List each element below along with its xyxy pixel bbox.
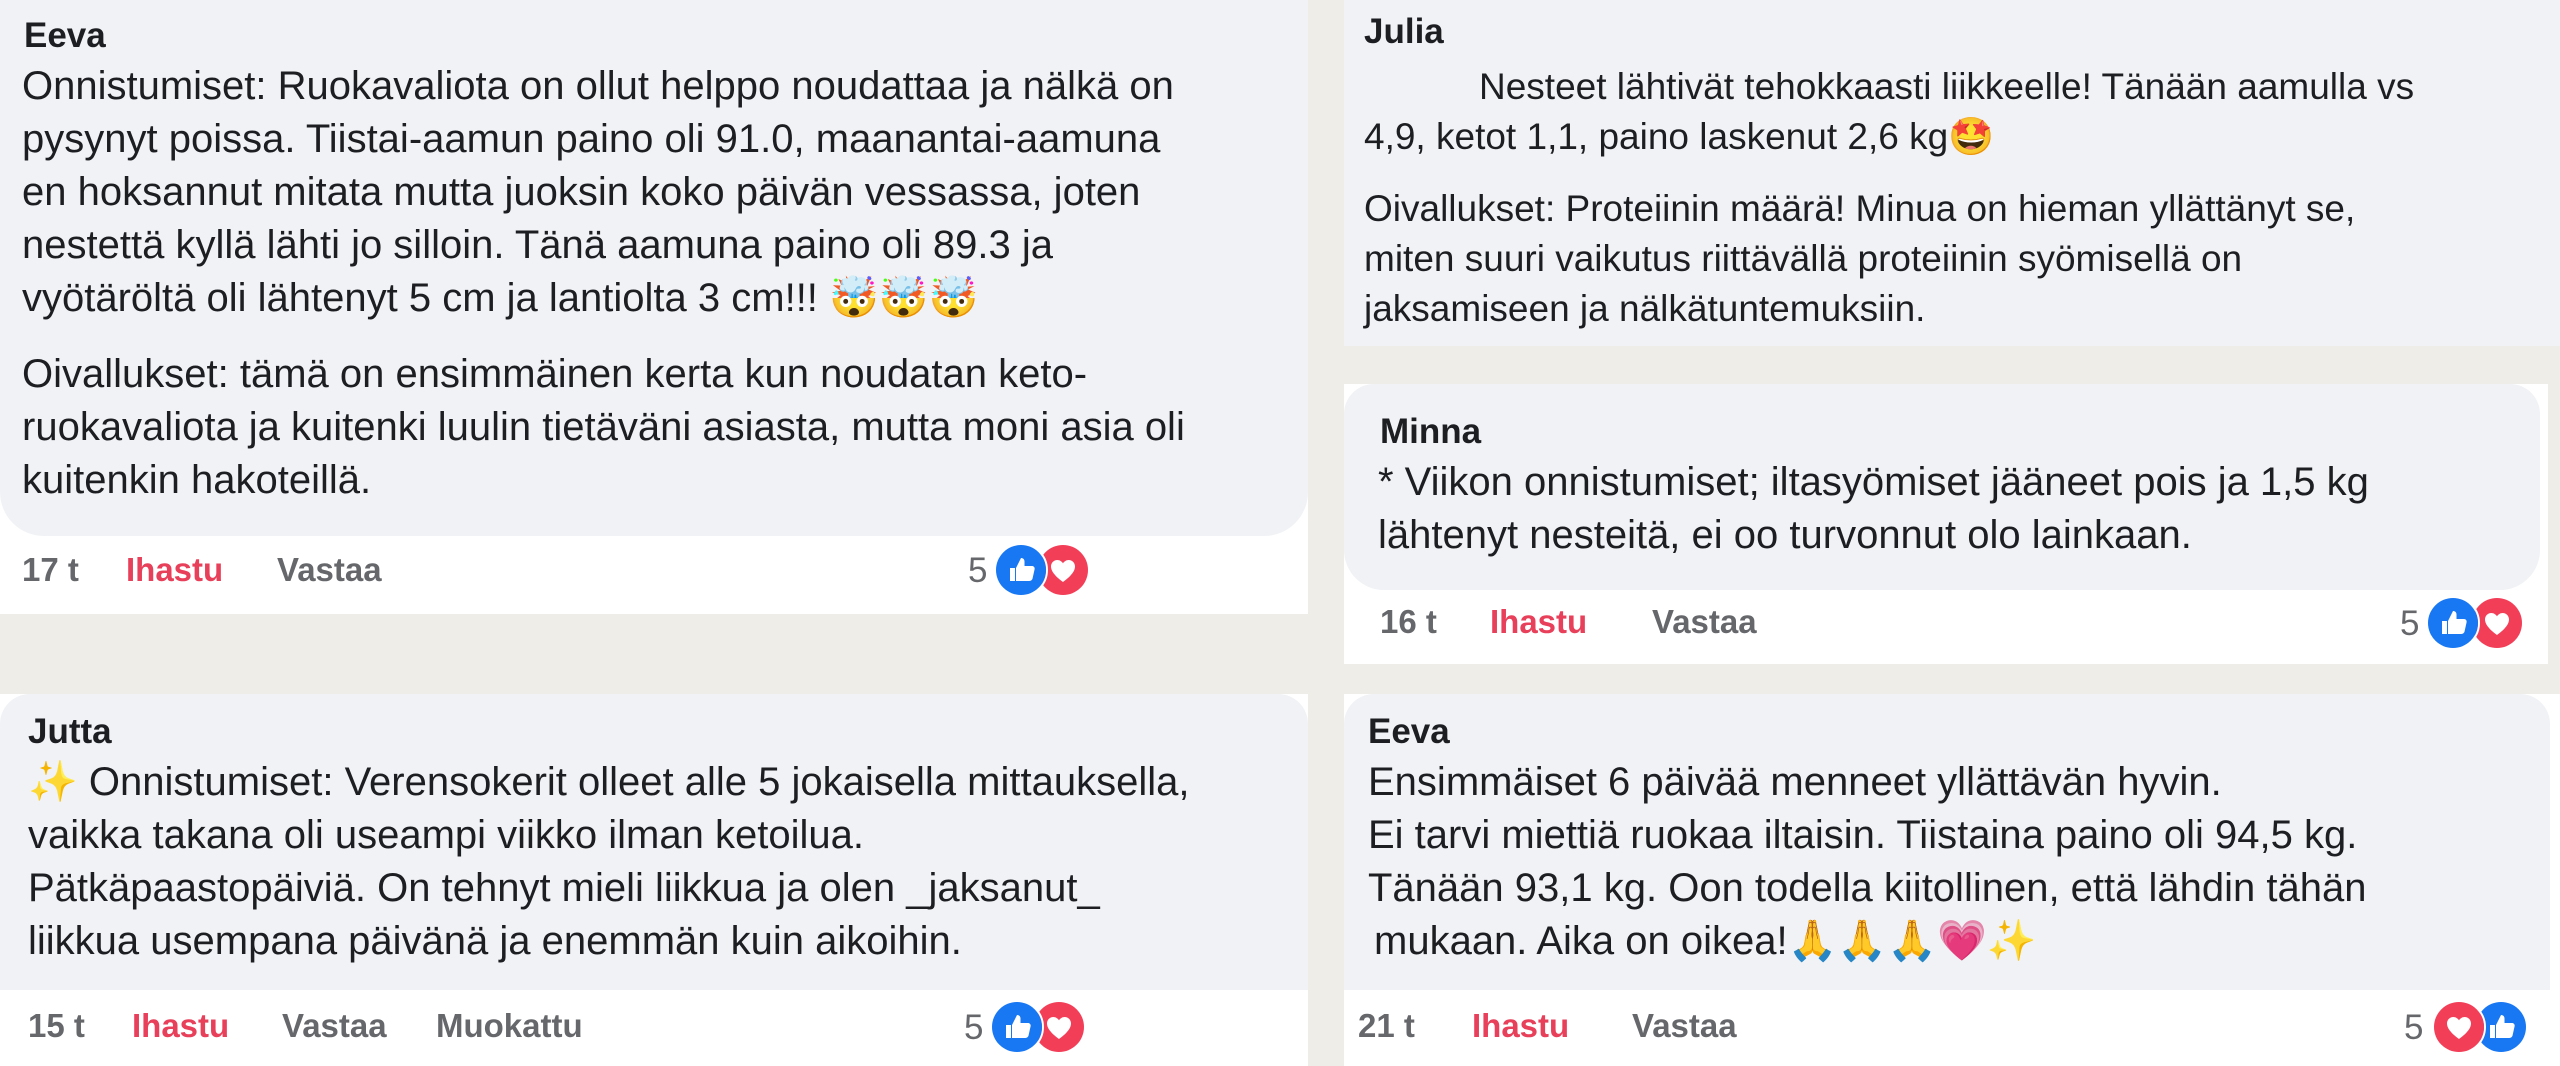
edited-label: Muokattu [436, 1007, 583, 1044]
comment-timestamp[interactable]: 21 t [1358, 1006, 1415, 1046]
comment-actions: 15 t Ihastu Vastaa Muokattu [28, 1006, 1028, 1046]
comment-author[interactable]: Julia [1364, 12, 1444, 52]
reaction-summary[interactable]: 5 [962, 1000, 1092, 1054]
ihastu-button[interactable]: Ihastu [1472, 1006, 1569, 1046]
comment-card-eeva-2: Eeva Ensimmäiset 6 päivää menneet yllätt… [1344, 694, 2560, 1066]
reaction-count: 5 [968, 551, 988, 590]
comment-text: Nesteet lähtivät tehokkaasti liikkeelle!… [1364, 66, 2415, 157]
comment-card-minna: Minna * Viikon onnistumiset; iltasyömise… [1344, 384, 2548, 664]
comment-text: Ensimmäiset 6 päivää menneet yllättävän … [1368, 760, 2367, 963]
comment-text: ✨ Onnistumiset: Verensokerit olleet alle… [28, 760, 1190, 963]
reaction-summary[interactable]: 5 [966, 543, 1096, 597]
comment-card-eeva-1: Eeva Onnistumiset: Ruokavaliota on ollut… [0, 0, 1308, 614]
reply-button[interactable]: Vastaa [1632, 1006, 1737, 1046]
reply-button[interactable]: Vastaa [282, 1006, 387, 1046]
comment-card-julia: Julia Nesteet lähtivät tehokkaasti liikk… [1344, 0, 2560, 346]
comment-timestamp[interactable]: 15 t [28, 1006, 85, 1046]
thumbs-up-icon [2426, 596, 2480, 650]
comment-actions: 16 t Ihastu Vastaa [1380, 602, 2380, 642]
reply-button[interactable]: Vastaa [277, 550, 382, 590]
comment-author[interactable]: Eeva [24, 16, 106, 56]
comment-text: * Viikon onnistumiset; iltasyömiset jään… [1378, 460, 2369, 557]
ihastu-button[interactable]: Ihastu [132, 1006, 229, 1046]
comment-card-jutta: Jutta ✨ Onnistumiset: Verensokerit ollee… [0, 694, 1308, 1066]
ihastu-button[interactable]: Ihastu [1490, 602, 1587, 642]
reaction-summary[interactable]: 5 [2402, 1000, 2542, 1054]
comment-actions: 21 t Ihastu Vastaa [1358, 1006, 2358, 1046]
comment-text: Onnistumiset: Ruokavaliota on ollut help… [22, 64, 1174, 320]
reaction-count: 5 [2400, 604, 2420, 643]
comment-text-insights: Oivallukset: tämä on ensimmäinen kerta k… [22, 352, 1185, 502]
comment-timestamp[interactable]: 17 t [22, 550, 79, 590]
reaction-count: 5 [964, 1008, 984, 1047]
thumbs-up-icon [990, 1000, 1044, 1054]
thumbs-up-icon [994, 543, 1048, 597]
reaction-summary[interactable]: 5 [2398, 596, 2538, 650]
heart-icon [2432, 1000, 2486, 1054]
comment-author[interactable]: Eeva [1368, 712, 1450, 752]
ihastu-button[interactable]: Ihastu [126, 550, 223, 590]
comment-author[interactable]: Jutta [28, 712, 112, 752]
comment-text-insights: Oivallukset: Proteiinin määrä! Minua on … [1364, 188, 2356, 329]
reaction-count: 5 [2404, 1008, 2424, 1047]
comment-author[interactable]: Minna [1380, 412, 1481, 452]
reply-button[interactable]: Vastaa [1652, 602, 1757, 642]
comment-timestamp[interactable]: 16 t [1380, 602, 1437, 642]
